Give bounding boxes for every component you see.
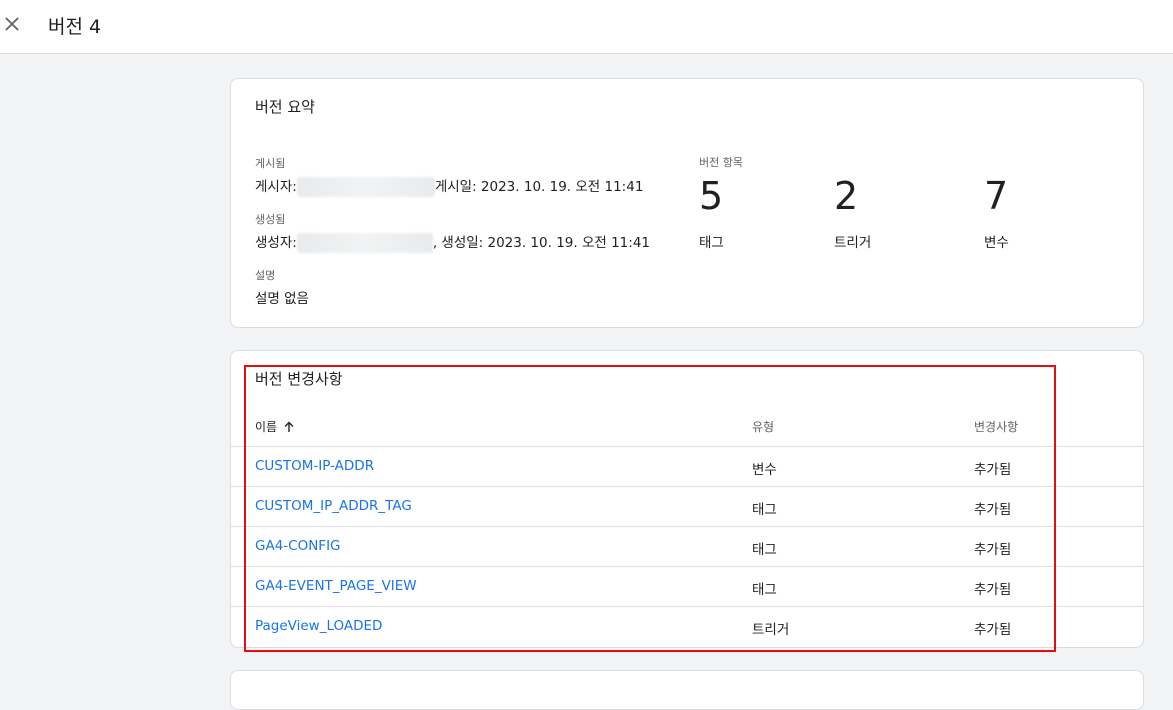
row-change: 추가됨 bbox=[974, 502, 1012, 518]
arrow-up-icon bbox=[284, 421, 294, 432]
redacted-creator bbox=[296, 233, 433, 253]
row-name-link[interactable]: CUSTOM-IP-ADDR bbox=[255, 458, 374, 474]
created-label: 생성됨 bbox=[255, 213, 286, 226]
created-by-prefix: 생성자: bbox=[255, 235, 297, 251]
table-row[interactable]: CUSTOM-IP-ADDR 변수 추가됨 bbox=[231, 446, 1143, 486]
published-date: 게시일: 2023. 10. 19. 오전 11:41 bbox=[434, 179, 644, 195]
variable-count: 7 bbox=[984, 174, 1009, 218]
close-icon[interactable] bbox=[0, 12, 24, 36]
version-changes-card: 버전 변경사항 이름 유형 변경사항 CUSTOM-IP-ADDR 변수 추가됨… bbox=[230, 350, 1144, 648]
column-header-change[interactable]: 변경사항 bbox=[974, 418, 1018, 435]
row-change: 추가됨 bbox=[974, 622, 1012, 638]
row-name-link[interactable]: CUSTOM_IP_ADDR_TAG bbox=[255, 498, 412, 514]
row-change: 추가됨 bbox=[974, 462, 1012, 478]
version-items-label: 버전 항목 bbox=[699, 156, 743, 169]
created-info: 생성자: , 생성일: 2023. 10. 19. 오전 11:41 bbox=[255, 231, 650, 253]
page-title: 버전 4 bbox=[48, 16, 102, 38]
next-card bbox=[230, 670, 1144, 710]
description-value: 설명 없음 bbox=[255, 291, 309, 307]
trigger-count: 2 bbox=[834, 174, 859, 218]
changes-title: 버전 변경사항 bbox=[255, 370, 343, 388]
summary-title: 버전 요약 bbox=[255, 98, 315, 116]
tag-count-label: 태그 bbox=[699, 235, 724, 251]
tag-count: 5 bbox=[699, 174, 724, 218]
published-by-prefix: 게시자: bbox=[255, 179, 297, 195]
row-type: 변수 bbox=[752, 462, 777, 478]
table-row[interactable]: GA4-CONFIG 태그 추가됨 bbox=[231, 526, 1143, 566]
top-bar: 버전 4 bbox=[0, 0, 1173, 54]
description-label: 설명 bbox=[255, 269, 276, 282]
row-name-link[interactable]: GA4-EVENT_PAGE_VIEW bbox=[255, 578, 417, 594]
published-info: 게시자: 게시일: 2023. 10. 19. 오전 11:41 bbox=[255, 175, 643, 197]
column-name-label: 이름 bbox=[255, 420, 278, 434]
row-change: 추가됨 bbox=[974, 582, 1012, 598]
published-label: 게시됨 bbox=[255, 157, 286, 170]
row-type: 태그 bbox=[752, 542, 777, 558]
table-row[interactable]: PageView_LOADED 트리거 추가됨 bbox=[231, 606, 1143, 646]
table-row[interactable]: CUSTOM_IP_ADDR_TAG 태그 추가됨 bbox=[231, 486, 1143, 526]
redacted-publisher bbox=[296, 177, 435, 197]
variable-count-label: 변수 bbox=[984, 235, 1009, 251]
created-date: , 생성일: 2023. 10. 19. 오전 11:41 bbox=[432, 235, 650, 251]
trigger-count-label: 트리거 bbox=[834, 235, 872, 251]
table-row[interactable]: GA4-EVENT_PAGE_VIEW 태그 추가됨 bbox=[231, 566, 1143, 606]
column-header-name[interactable]: 이름 bbox=[255, 418, 295, 435]
row-type: 태그 bbox=[752, 502, 777, 518]
column-header-type[interactable]: 유형 bbox=[752, 418, 774, 435]
row-name-link[interactable]: GA4-CONFIG bbox=[255, 538, 341, 554]
row-change: 추가됨 bbox=[974, 542, 1012, 558]
version-summary-card: 버전 요약 게시됨 게시자: 게시일: 2023. 10. 19. 오전 11:4… bbox=[230, 78, 1144, 328]
row-type: 태그 bbox=[752, 582, 777, 598]
row-type: 트리거 bbox=[752, 622, 790, 638]
row-name-link[interactable]: PageView_LOADED bbox=[255, 618, 382, 634]
